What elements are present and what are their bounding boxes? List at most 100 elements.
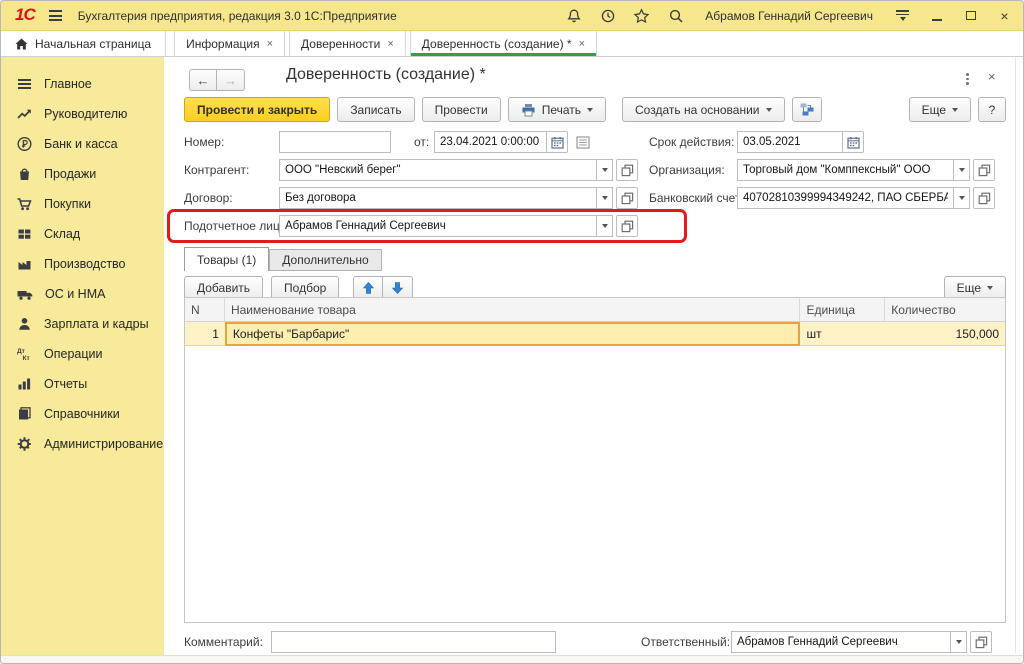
accountable-person-choose-button[interactable] — [616, 215, 638, 237]
sidebar-item-administrirovanie[interactable]: Администрирование — [1, 429, 164, 459]
col-n[interactable]: N — [185, 298, 225, 321]
sidebar-item-label: Руководителю — [44, 107, 127, 121]
col-quantity[interactable]: Количество — [885, 298, 1005, 321]
responsible-choose-button[interactable] — [970, 631, 992, 653]
counterparty-input[interactable] — [279, 159, 597, 181]
sidebar-item-bank-i-kassa[interactable]: Банк и касса — [1, 129, 164, 159]
service-menu-icon[interactable] — [894, 7, 911, 24]
bank-account-dropdown-button[interactable] — [953, 187, 970, 209]
sidebar-item-prodazhi[interactable]: Продажи — [1, 159, 164, 189]
accountable-person-input[interactable] — [279, 215, 597, 237]
contract-choose-button[interactable] — [616, 187, 638, 209]
bank-account-label: Банковский счет: — [649, 187, 744, 209]
responsible-input[interactable] — [731, 631, 951, 653]
organization-label: Организация: — [649, 159, 725, 181]
cell-name[interactable]: Конфеты "Барбарис" — [225, 322, 801, 346]
tab-informatsiya[interactable]: Информация × — [174, 31, 285, 56]
tab-tovary[interactable]: Товары (1) — [184, 247, 269, 271]
date-history-list-button[interactable] — [572, 131, 594, 153]
sidebar-item-spravochniki[interactable]: Справочники — [1, 399, 164, 429]
related-documents-button[interactable] — [792, 97, 822, 122]
post-and-close-button[interactable]: Провести и закрыть — [184, 97, 330, 122]
items-tab-strip: Товары (1) Дополнительно — [184, 247, 382, 271]
tab-close-icon[interactable]: × — [267, 38, 273, 50]
sidebar-item-label: Банк и касса — [44, 137, 118, 151]
date-calendar-button[interactable] — [546, 131, 568, 153]
tab-dopolnitelno[interactable]: Дополнительно — [269, 249, 381, 271]
sidebar-item-sklad[interactable]: Склад — [1, 219, 164, 249]
create-based-on-button[interactable]: Создать на основании — [622, 97, 785, 122]
tab-close-icon[interactable]: × — [579, 38, 585, 50]
bank-account-input[interactable] — [737, 187, 954, 209]
table-row[interactable]: 1 Конфеты "Барбарис" шт 150,000 — [185, 322, 1005, 346]
chart-icon — [16, 376, 33, 392]
sidebar-item-label: Покупки — [44, 197, 91, 211]
sidebar-item-glavnoe[interactable]: Главное — [1, 69, 164, 99]
app-tab-bar: Начальная страница Информация × Доверенн… — [1, 31, 1023, 57]
cell-quantity[interactable]: 150,000 — [885, 322, 1005, 345]
counterparty-dropdown-button[interactable] — [596, 159, 613, 181]
validity-input[interactable] — [737, 131, 843, 153]
organization-choose-button[interactable] — [973, 159, 995, 181]
comment-label: Комментарий: — [184, 631, 263, 653]
1c-logo-icon: 1С — [15, 5, 35, 25]
search-icon[interactable] — [667, 7, 684, 24]
choose-icon — [621, 192, 634, 205]
form-close-icon[interactable]: × — [988, 69, 996, 84]
ruble-icon — [16, 136, 33, 152]
sidebar-item-proizvodstvo[interactable]: Производство — [1, 249, 164, 279]
sidebar-item-pokupki[interactable]: Покупки — [1, 189, 164, 219]
main-menu-icon[interactable] — [49, 10, 62, 21]
bank-account-choose-button[interactable] — [973, 187, 995, 209]
more-label: Еще — [922, 103, 946, 117]
sidebar-item-otchety[interactable]: Отчеты — [1, 369, 164, 399]
organization-dropdown-button[interactable] — [953, 159, 970, 181]
history-icon[interactable] — [599, 7, 616, 24]
current-user[interactable]: Абрамов Геннадий Сергеевич — [705, 9, 873, 23]
nav-forward-button[interactable]: → — [217, 69, 245, 91]
truck-icon — [16, 286, 34, 302]
contract-dropdown-button[interactable] — [596, 187, 613, 209]
sidebar-item-zarplata-i-kadry[interactable]: Зарплата и кадры — [1, 309, 164, 339]
sidebar-item-os-i-nma[interactable]: ОС и НМА — [1, 279, 164, 309]
bag-icon — [16, 166, 33, 182]
tab-home[interactable]: Начальная страница — [1, 31, 166, 56]
sidebar-item-label: Администрирование — [44, 437, 163, 451]
choose-icon — [621, 164, 634, 177]
col-name[interactable]: Наименование товара — [225, 298, 801, 321]
number-input[interactable] — [279, 131, 391, 153]
date-input[interactable] — [434, 131, 547, 153]
tab-doverennost-sozdanie[interactable]: Доверенность (создание) * × — [410, 31, 597, 56]
col-unit[interactable]: Единица — [800, 298, 885, 321]
minimize-button[interactable] — [928, 7, 945, 24]
print-button[interactable]: Печать — [508, 97, 606, 122]
favorites-star-icon[interactable] — [633, 7, 650, 24]
sidebar-item-rukovoditelyu[interactable]: Руководителю — [1, 99, 164, 129]
close-window-button[interactable]: × — [996, 7, 1013, 24]
help-button[interactable]: ? — [978, 97, 1006, 122]
chevron-down-icon — [952, 108, 958, 112]
maximize-button[interactable] — [962, 7, 979, 24]
form-more-dots-icon[interactable] — [964, 71, 971, 87]
notifications-bell-icon[interactable] — [565, 7, 582, 24]
accountable-person-dropdown-button[interactable] — [596, 215, 613, 237]
cell-unit[interactable]: шт — [800, 322, 885, 345]
sidebar-item-label: Справочники — [44, 407, 120, 421]
validity-calendar-button[interactable] — [842, 131, 864, 153]
more-button[interactable]: Еще — [909, 97, 971, 122]
cell-n[interactable]: 1 — [185, 322, 225, 345]
tab-close-icon[interactable]: × — [387, 38, 393, 50]
comment-input[interactable] — [271, 631, 556, 653]
structure-icon — [799, 102, 815, 117]
nav-back-button[interactable]: ← — [189, 69, 217, 91]
post-button[interactable]: Провести — [422, 97, 501, 122]
counterparty-choose-button[interactable] — [616, 159, 638, 181]
sidebar-item-operatsii[interactable]: ДтКт Операции — [1, 339, 164, 369]
svg-text:Дт: Дт — [17, 348, 25, 355]
tab-doverennosti[interactable]: Доверенности × — [289, 31, 406, 56]
save-button[interactable]: Записать — [337, 97, 414, 122]
print-label: Печать — [542, 103, 581, 117]
contract-input[interactable] — [279, 187, 597, 209]
responsible-dropdown-button[interactable] — [950, 631, 967, 653]
organization-input[interactable] — [737, 159, 954, 181]
